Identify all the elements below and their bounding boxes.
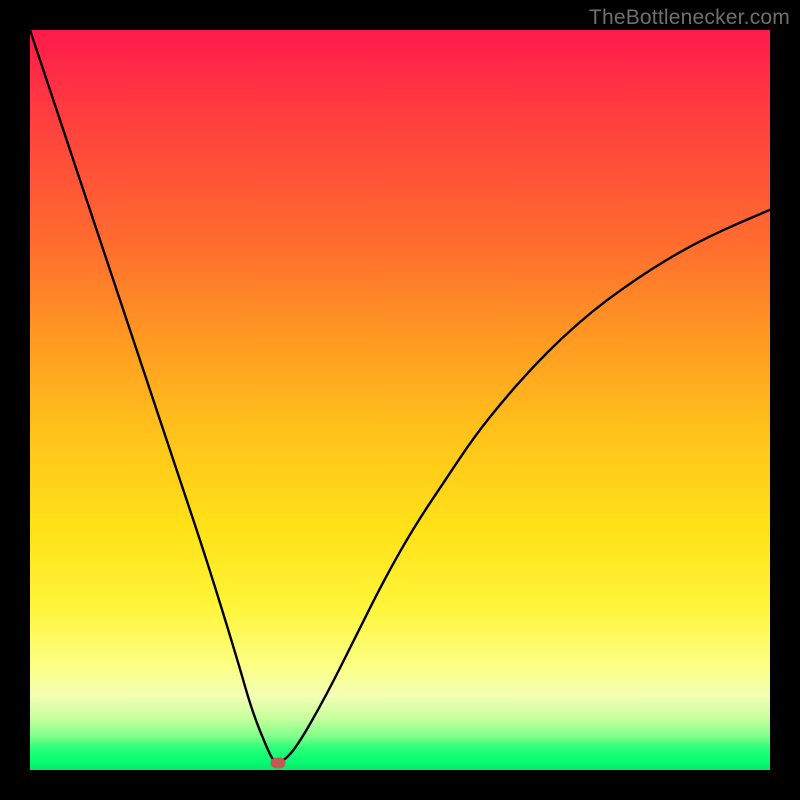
minimum-marker xyxy=(270,757,285,768)
chart-frame: TheBottlenecker.com xyxy=(0,0,800,800)
attribution-text: TheBottlenecker.com xyxy=(589,6,790,30)
bottleneck-curve xyxy=(30,30,770,770)
plot-area xyxy=(30,30,770,770)
